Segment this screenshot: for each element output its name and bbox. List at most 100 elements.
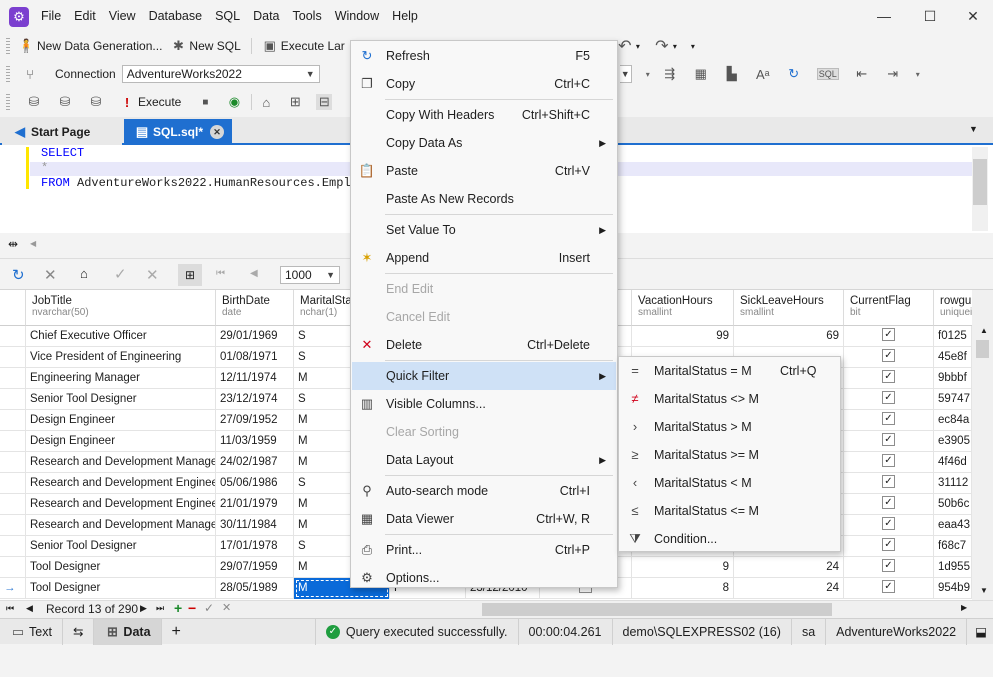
current-flag-cell[interactable]: ✓ [844, 578, 934, 599]
row-indicator[interactable] [0, 431, 26, 452]
checkbox[interactable]: ✓ [882, 391, 895, 405]
execute-large-script-button[interactable]: ▣ Execute Lar [258, 35, 349, 57]
checkbox[interactable]: ✓ [882, 370, 895, 384]
last-record-icon[interactable]: ⏭ [156, 603, 164, 614]
menu-help[interactable]: Help [392, 9, 418, 23]
quick-filter-item[interactable]: ‹ MaritalStatus < M [620, 469, 839, 497]
tab-list-dropdown-icon[interactable]: ▼ [969, 124, 978, 134]
menu-sql[interactable]: SQL [215, 9, 240, 23]
table-cell[interactable]: f68c7 [934, 536, 972, 557]
table-cell[interactable]: 29/07/1959 [216, 557, 294, 578]
menu-item-paste[interactable]: 📋 Paste Ctrl+V [352, 157, 616, 185]
table-cell[interactable]: 05/06/1986 [216, 473, 294, 494]
row-indicator[interactable] [0, 494, 26, 515]
cancel-record-icon[interactable]: ✕ [222, 601, 231, 614]
query-plan-icon[interactable]: ⌂ [258, 95, 274, 110]
table-cell[interactable]: 23/12/1974 [216, 389, 294, 410]
layout-bottom-icon[interactable]: ⬓ [967, 619, 993, 645]
column-header[interactable]: BirthDate date [216, 290, 294, 326]
toolbar-overflow-icon[interactable]: ▾ [691, 42, 695, 51]
checkbox[interactable]: ✓ [882, 328, 895, 342]
checkbox[interactable]: ✓ [882, 433, 895, 447]
table-cell[interactable]: 21/01/1979 [216, 494, 294, 515]
redo-dropdown-icon[interactable]: ▾ [673, 42, 677, 51]
menu-item-copy-data-as[interactable]: Copy Data As ▶ [352, 129, 616, 157]
menu-tools[interactable]: Tools [293, 9, 322, 23]
current-flag-cell[interactable]: ✓ [844, 557, 934, 578]
menu-item-print[interactable]: ⎙ Print... Ctrl+P [352, 536, 616, 564]
menu-item-set-value-to[interactable]: Set Value To ▶ [352, 216, 616, 244]
checkbox[interactable]: ✓ [882, 580, 895, 594]
page-size-select[interactable]: 1000 ▼ [280, 266, 340, 284]
row-indicator[interactable] [0, 536, 26, 557]
sql-line-2[interactable]: * [41, 161, 48, 175]
column-header[interactable]: SickLeaveHours smallint [734, 290, 844, 326]
spell-icon[interactable]: Aᵃ [755, 67, 771, 82]
results-layout-icon[interactable]: ⊟ [316, 94, 333, 110]
table-cell[interactable]: 24 [734, 578, 844, 599]
connection-select[interactable]: AdventureWorks2022 ▼ [121, 65, 320, 83]
quick-filter-item[interactable]: ≤ MaritalStatus <= M [620, 497, 839, 525]
row-indicator[interactable] [0, 410, 26, 431]
current-flag-cell[interactable]: ✓ [844, 368, 934, 389]
discard-icon[interactable]: ✕ [146, 266, 159, 284]
table-cell[interactable]: 24 [734, 557, 844, 578]
current-flag-cell[interactable]: ✓ [844, 473, 934, 494]
menu-item-paste-as-new-records[interactable]: Paste As New Records [352, 185, 616, 213]
prev-record-icon[interactable]: ◀ [26, 603, 33, 614]
scroll-down-icon[interactable]: ▼ [980, 586, 988, 595]
menu-item-visible-columns[interactable]: ▥ Visible Columns... [352, 390, 616, 418]
table-cell[interactable]: Design Engineer [26, 431, 216, 452]
row-indicator[interactable] [0, 557, 26, 578]
quick-filter-item[interactable]: ⧩ Condition... [620, 525, 839, 553]
current-flag-cell[interactable]: ✓ [844, 515, 934, 536]
table-cell[interactable]: Senior Tool Designer [26, 536, 216, 557]
table-cell[interactable]: 99 [632, 326, 734, 347]
menu-data[interactable]: Data [253, 9, 279, 23]
add-tab-icon[interactable]: + [162, 619, 191, 645]
scroll-right-icon[interactable]: ▶ [961, 603, 967, 612]
table-cell[interactable]: eaa43 [934, 515, 972, 536]
table-cell[interactable]: f0125 [934, 326, 972, 347]
database-remove-icon[interactable]: ⛁ [88, 94, 104, 110]
menu-edit[interactable]: Edit [74, 9, 96, 23]
menu-item-copy-with-headers[interactable]: Copy With Headers Ctrl+Shift+C [352, 101, 616, 129]
split-icon[interactable]: ⇹ [8, 237, 18, 251]
table-cell[interactable]: 01/08/1971 [216, 347, 294, 368]
new-data-generation-button[interactable]: 🧍 New Data Generation... [14, 35, 166, 57]
table-cell[interactable]: 24/02/1987 [216, 452, 294, 473]
toolbar-dropdown-icon[interactable]: ▾ [646, 70, 650, 79]
current-flag-cell[interactable]: ✓ [844, 494, 934, 515]
current-flag-cell[interactable]: ✓ [844, 326, 934, 347]
sql-mode-icon[interactable]: SQL [816, 68, 839, 80]
menu-item-options[interactable]: ⚙ Options... [352, 564, 616, 592]
table-cell[interactable]: 8 [632, 578, 734, 599]
first-page-icon[interactable]: ⏮ [216, 268, 225, 279]
menu-item-data-layout[interactable]: Data Layout ▶ [352, 446, 616, 474]
column-header[interactable]: rowguiduniqueider [934, 290, 972, 326]
column-header[interactable]: JobTitle nvarchar(50) [26, 290, 216, 326]
table-cell[interactable]: Research and Development Manager [26, 452, 216, 473]
row-indicator[interactable] [0, 347, 26, 368]
table-cell[interactable]: 28/05/1989 [216, 578, 294, 599]
menu-file[interactable]: File [41, 9, 61, 23]
menu-item-delete[interactable]: ✕ Delete Ctrl+Delete [352, 331, 616, 359]
menu-window[interactable]: Window [335, 9, 379, 23]
current-row-arrow-icon[interactable]: → [0, 578, 26, 599]
row-indicator[interactable] [0, 368, 26, 389]
menu-item-clear-sorting[interactable]: Clear Sorting [352, 418, 616, 446]
menu-item-refresh[interactable]: ↻ Refresh F5 [352, 42, 616, 70]
scroll-up-icon[interactable]: ▲ [980, 326, 988, 335]
table-cell[interactable]: Research and Development Engineer [26, 473, 216, 494]
table-cell[interactable]: 17/01/1978 [216, 536, 294, 557]
table-cell[interactable]: Vice President of Engineering [26, 347, 216, 368]
redo-icon[interactable]: ↷ [654, 36, 670, 56]
checkbox[interactable]: ✓ [882, 412, 895, 426]
format-icon[interactable]: ⇶ [662, 66, 678, 82]
outline-icon[interactable]: ▦ [693, 66, 709, 82]
undo-dropdown-icon[interactable]: ▾ [636, 42, 640, 51]
checkbox[interactable]: ✓ [882, 559, 895, 573]
stop-icon[interactable]: ■ [197, 97, 213, 108]
execute-current-icon[interactable]: ◉ [226, 94, 242, 110]
query-profiler-icon[interactable]: ⊞ [287, 94, 303, 110]
